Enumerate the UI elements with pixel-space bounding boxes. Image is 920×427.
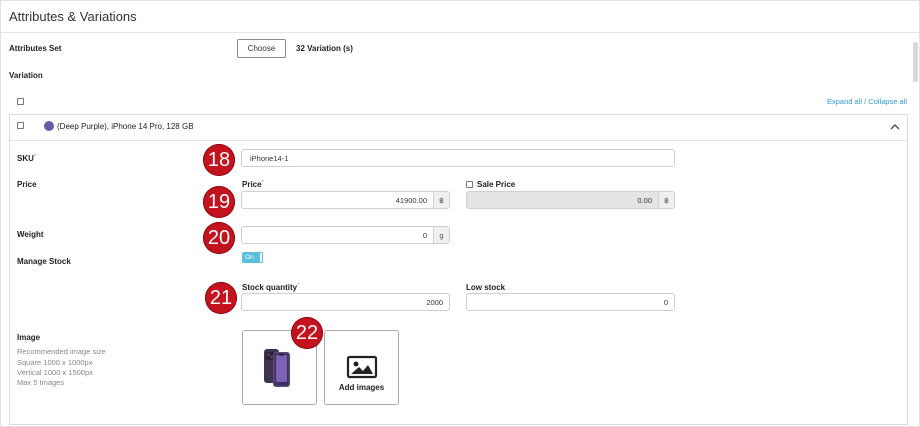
sale-currency-addon: ฿ bbox=[658, 192, 674, 208]
manage-stock-label: Manage Stock bbox=[17, 257, 71, 266]
image-icon bbox=[346, 355, 378, 379]
color-swatch bbox=[44, 121, 54, 131]
weight-value: 0 bbox=[422, 230, 427, 240]
currency-addon: ฿ bbox=[433, 192, 449, 208]
stock-quantity-label: Stock quantity* bbox=[242, 283, 300, 292]
chevron-up-icon[interactable] bbox=[889, 122, 901, 132]
image-hint-title: Recommended image size bbox=[17, 347, 106, 356]
expand-collapse-link[interactable]: Expand all / Collapse all bbox=[827, 97, 907, 106]
annotation-marker-20: 20 bbox=[203, 222, 235, 254]
select-all-checkbox[interactable] bbox=[17, 98, 24, 105]
add-images-button[interactable]: Add images bbox=[324, 330, 399, 405]
annotation-marker-19: 19 bbox=[203, 186, 235, 218]
variation-checkbox[interactable] bbox=[17, 122, 24, 129]
weight-unit-addon: g bbox=[433, 227, 449, 243]
variation-label: Variation bbox=[9, 71, 43, 80]
low-stock-value: 0 bbox=[663, 297, 668, 307]
price-input[interactable]: 41900.00 ฿ bbox=[241, 191, 450, 209]
image-label: Image bbox=[17, 333, 41, 342]
weight-input[interactable]: 0 g bbox=[241, 226, 450, 244]
sale-price-label: Sale Price bbox=[477, 180, 516, 189]
sku-input[interactable]: iPhone14-1 bbox=[241, 149, 675, 167]
header-divider bbox=[0, 32, 920, 33]
sale-price-input[interactable]: 0.00 ฿ bbox=[466, 191, 675, 209]
annotation-marker-21: 21 bbox=[205, 282, 237, 314]
annotation-marker-22: 22 bbox=[291, 317, 323, 349]
sale-price-checkbox[interactable] bbox=[466, 181, 473, 188]
low-stock-input[interactable]: 0 bbox=[466, 293, 675, 311]
weight-label: Weight bbox=[17, 230, 44, 239]
toggle-knob bbox=[259, 252, 263, 263]
page-title: Attributes & Variations bbox=[9, 9, 137, 24]
manage-stock-toggle[interactable]: On bbox=[242, 252, 263, 263]
card-header-divider bbox=[9, 140, 908, 141]
scrollbar[interactable] bbox=[913, 42, 918, 82]
stock-quantity-input[interactable]: 2000 bbox=[241, 293, 450, 311]
price-section-label: Price bbox=[17, 180, 37, 189]
price-label: Price* bbox=[242, 180, 264, 189]
add-images-label: Add images bbox=[338, 383, 385, 392]
variation-count: 32 Variation (s) bbox=[296, 44, 353, 53]
sku-value: iPhone14-1 bbox=[250, 153, 289, 163]
sale-price-value: 0.00 bbox=[637, 195, 652, 205]
choose-button[interactable]: Choose bbox=[237, 39, 286, 58]
annotation-marker-18: 18 bbox=[203, 144, 235, 176]
image-hint-max: Max 5 Images bbox=[17, 378, 65, 387]
sku-label: SKU* bbox=[17, 154, 37, 163]
variation-title: (Deep Purple), iPhone 14 Pro, 128 GB bbox=[57, 122, 194, 131]
attributes-set-label: Attributes Set bbox=[9, 44, 62, 53]
toggle-label: On bbox=[245, 254, 254, 261]
stock-quantity-value: 2000 bbox=[426, 297, 443, 307]
price-value: 41900.00 bbox=[395, 195, 427, 205]
low-stock-label: Low stock bbox=[466, 283, 506, 292]
